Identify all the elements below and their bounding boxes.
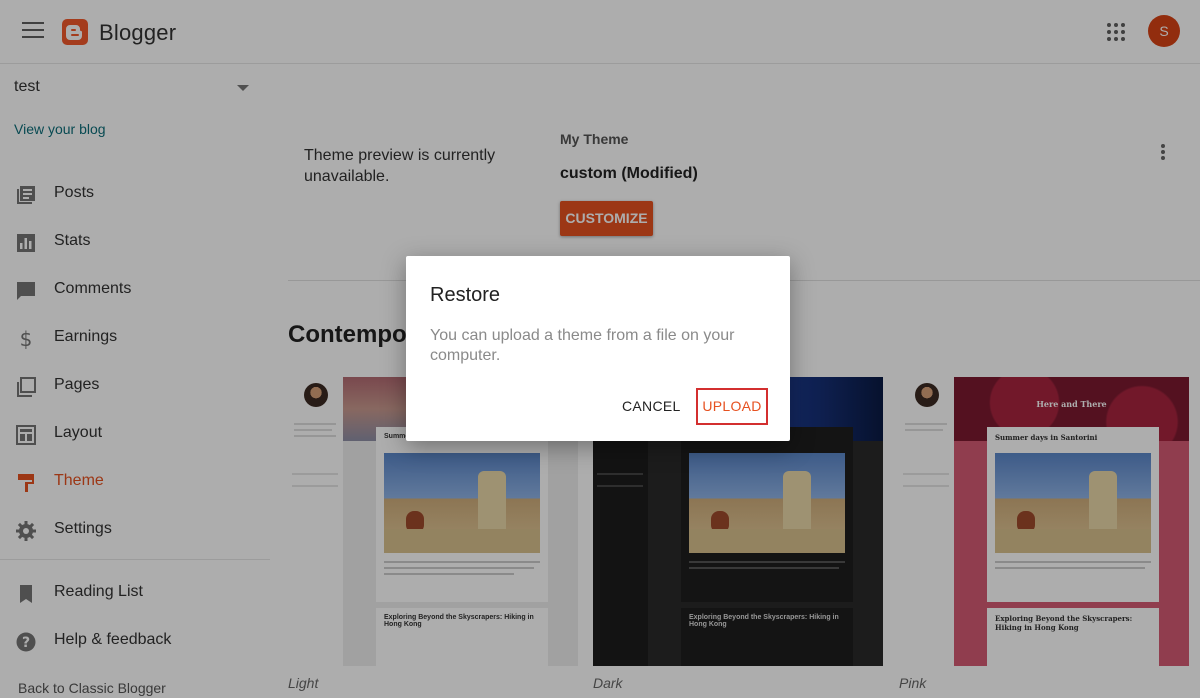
dialog-message: You can upload a theme from a file on yo… <box>430 327 735 364</box>
restore-dialog: Restore You can upload a theme from a fi… <box>406 256 790 441</box>
dialog-title: Restore <box>430 284 501 306</box>
upload-button[interactable]: UPLOAD <box>696 388 768 425</box>
cancel-button[interactable]: CANCEL <box>622 398 681 414</box>
